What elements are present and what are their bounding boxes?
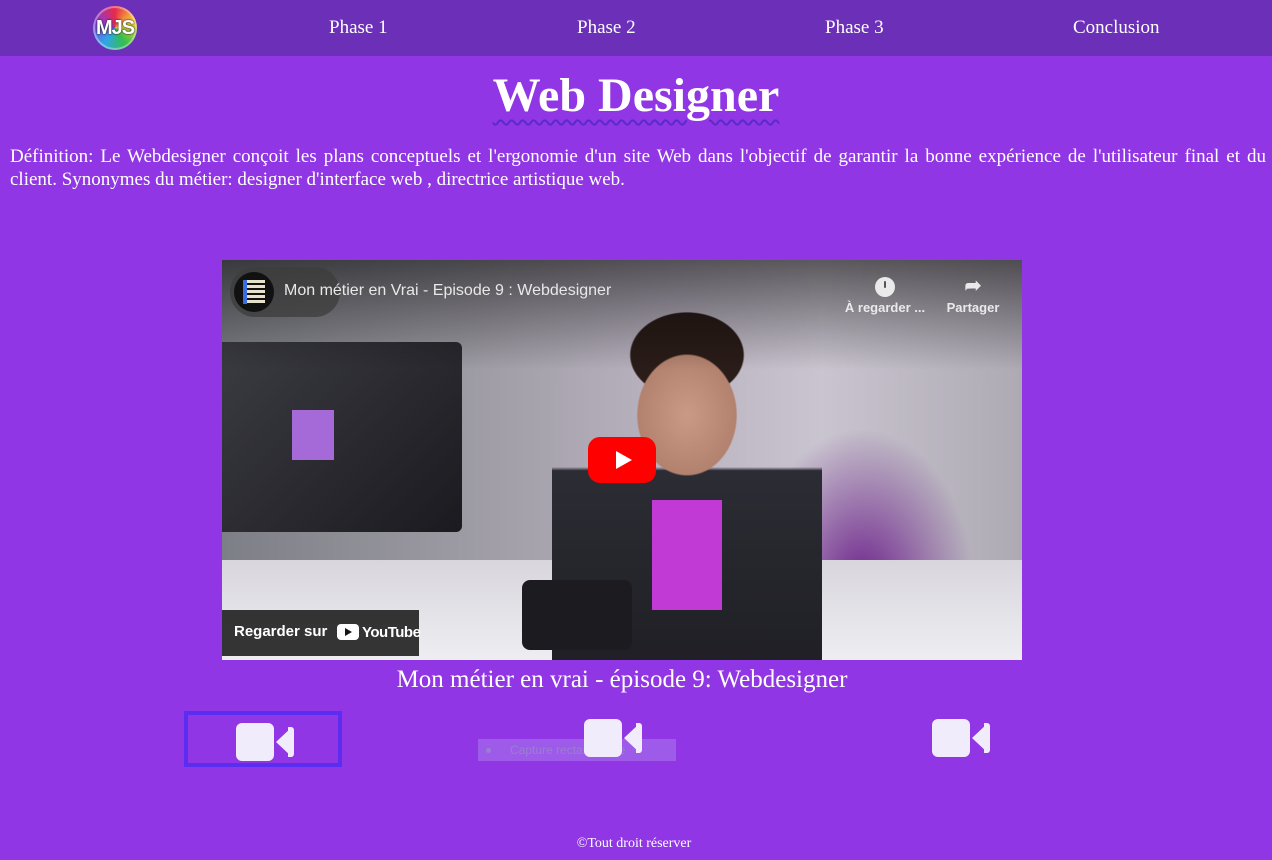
top-navbar: MJS Phase 1 Phase 2 Phase 3 Conclusion xyxy=(0,0,1272,56)
video-title[interactable]: Mon métier en Vrai - Episode 9 : Webdesi… xyxy=(284,282,611,300)
share-arrow-icon: ➦ xyxy=(964,275,982,297)
nav-link-conclusion[interactable]: Conclusion xyxy=(1073,17,1160,39)
nav-link-phase-1[interactable]: Phase 1 xyxy=(329,17,388,39)
video-camera-icon xyxy=(236,723,294,761)
video-button-2[interactable] xyxy=(532,711,690,767)
share-button[interactable]: ➦ Partager xyxy=(928,274,1018,315)
page-title-text: Web Designer xyxy=(492,69,780,122)
nav-link-phase-3[interactable]: Phase 3 xyxy=(825,17,884,39)
video-camera-icon xyxy=(932,719,990,757)
channel-avatar-icon[interactable] xyxy=(234,272,274,312)
page-title: Web Designer xyxy=(0,68,1272,124)
youtube-logo-icon: YouTube xyxy=(337,622,421,642)
video-frame-monitor xyxy=(222,342,462,532)
watch-on-youtube-button[interactable]: Regarder sur YouTube xyxy=(222,610,421,656)
video-frame-phone xyxy=(522,580,632,650)
logo-text: MJS xyxy=(95,16,135,39)
share-label: Partager xyxy=(946,300,1000,315)
job-definition: Définition: Le Webdesigner conçoit les p… xyxy=(10,146,1266,190)
footer-copyright: ©Tout droit réserver xyxy=(576,836,692,851)
youtube-logo-text: YouTube xyxy=(362,623,421,641)
play-button[interactable] xyxy=(588,437,656,483)
video-button-3[interactable] xyxy=(880,711,1038,767)
watch-later-button[interactable]: À regarder ... xyxy=(840,274,930,315)
video-button-1[interactable] xyxy=(184,711,342,767)
clock-icon xyxy=(840,274,930,300)
nav-link-phase-2[interactable]: Phase 2 xyxy=(577,17,636,39)
watch-on-label: Regarder sur xyxy=(234,623,328,640)
video-camera-icon xyxy=(584,719,642,757)
tooltip-dot-icon xyxy=(486,748,491,753)
video-frame-shirt xyxy=(652,500,722,610)
youtube-video-player[interactable]: Mon métier en Vrai - Episode 9 : Webdesi… xyxy=(222,260,1022,660)
watch-later-label: À regarder ... xyxy=(844,300,926,315)
site-logo[interactable]: MJS xyxy=(93,6,137,50)
video-frame-sticker xyxy=(292,410,334,460)
video-caption: Mon métier en vrai - épisode 9: Webdesig… xyxy=(396,666,848,693)
